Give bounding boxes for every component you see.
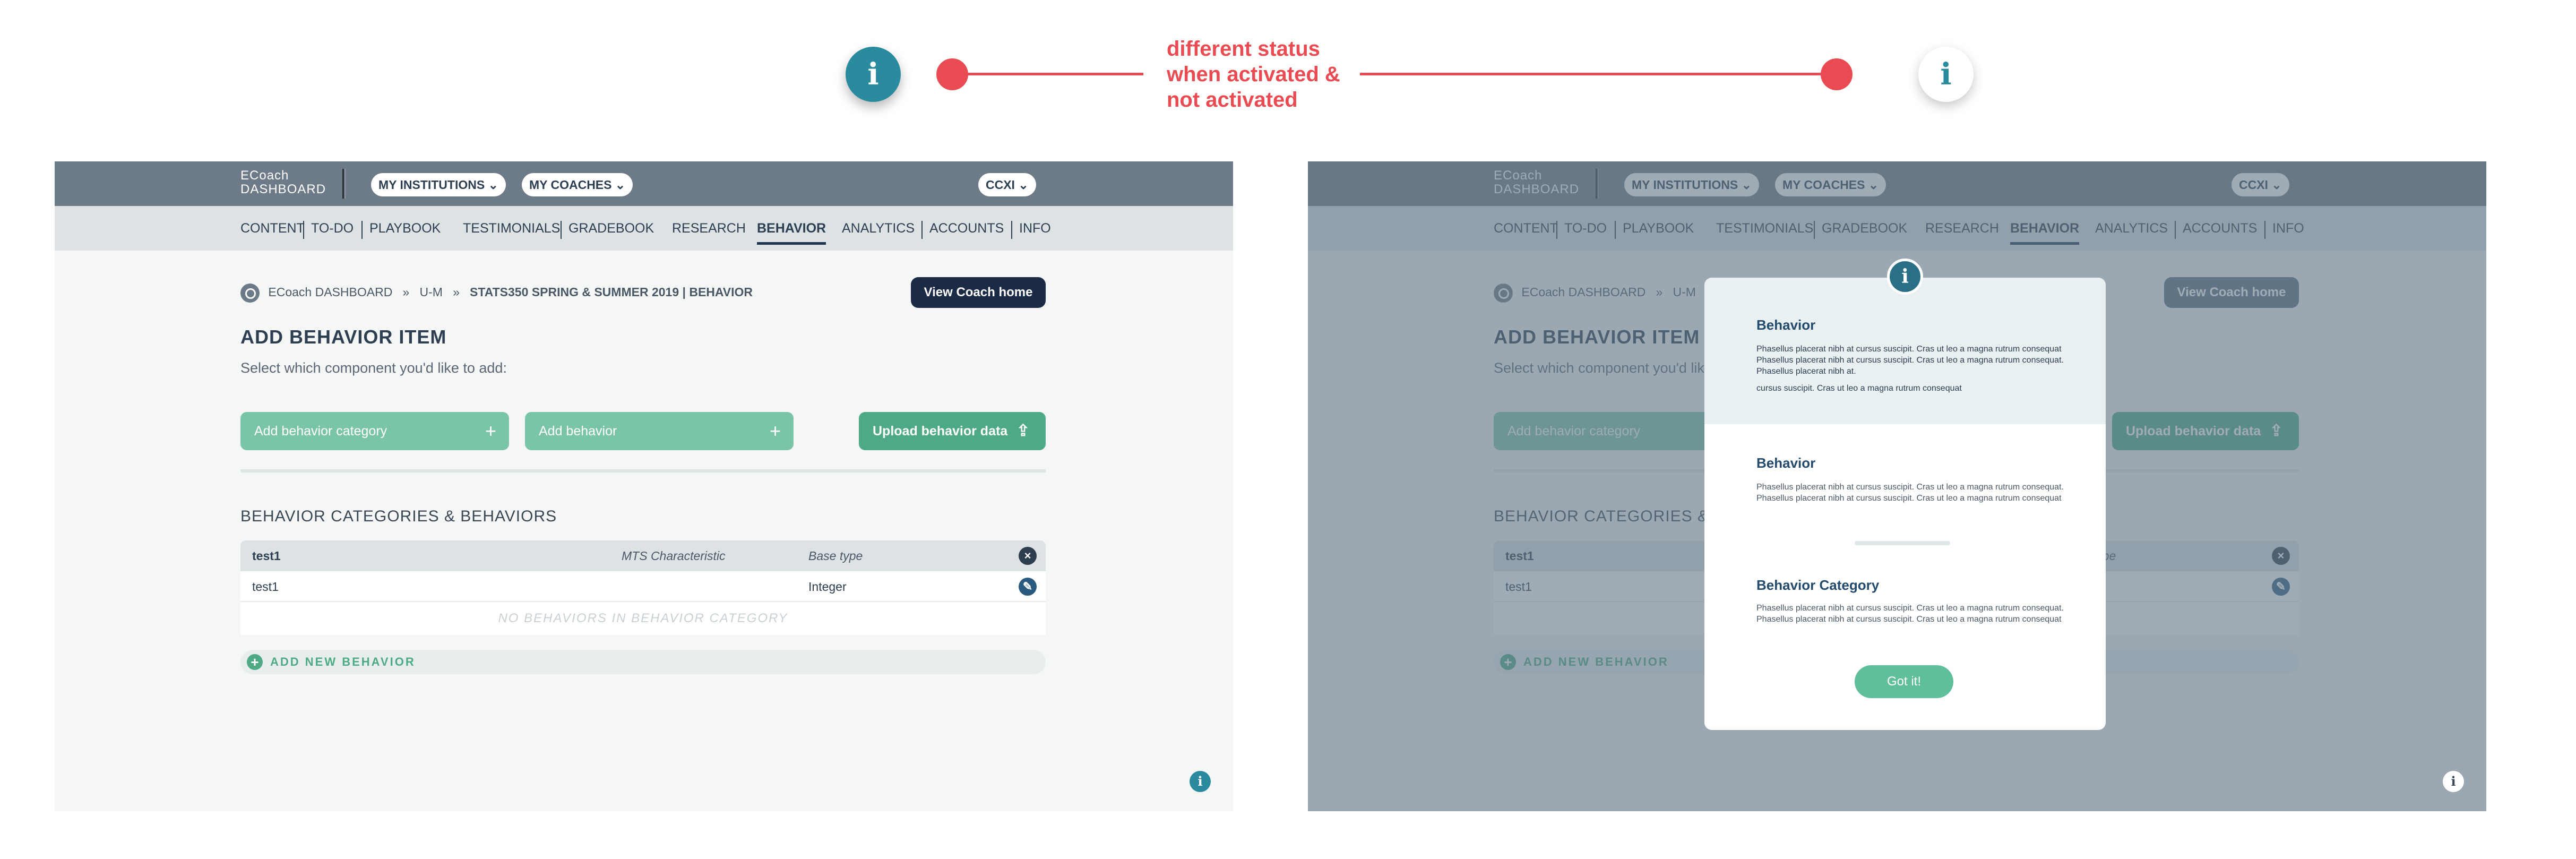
breadcrumb-separator: »: [402, 285, 410, 299]
tab-info[interactable]: INFO: [1019, 218, 1051, 239]
nav-divider: [361, 221, 363, 239]
delete-icon[interactable]: ×: [1019, 547, 1037, 565]
tab-research[interactable]: RESEARCH: [672, 218, 746, 239]
view-coach-home-button[interactable]: View Coach home: [911, 277, 1046, 308]
brand-line-2: DASHBOARD: [240, 182, 326, 196]
tab-content[interactable]: CONTENT: [240, 218, 305, 239]
column-base-type: Base type: [808, 549, 863, 563]
chevron-down-icon: ⌄: [1018, 178, 1029, 192]
breadcrumb-home[interactable]: ECoach DASHBOARD: [268, 285, 392, 299]
brand-logo[interactable]: ECoach DASHBOARD: [240, 169, 326, 196]
annotation-dot-right: [1821, 58, 1853, 90]
tab-testimonials[interactable]: TESTIMONIALS: [463, 218, 560, 239]
screen-left: ECoach DASHBOARD MY INSTITUTIONS ⌄ MY CO…: [55, 161, 1233, 811]
tab-accounts[interactable]: ACCOUNTS: [929, 218, 1004, 239]
add-behavior-button[interactable]: Add behavior +: [525, 412, 794, 450]
tab-to-do[interactable]: TO-DO: [311, 218, 354, 239]
got-it-button[interactable]: Got it!: [1855, 665, 1953, 698]
add-new-behavior-button[interactable]: + ADD NEW BEHAVIOR: [240, 650, 1046, 674]
annotation-line-left: [966, 73, 1143, 75]
upload-icon: ⇪: [1016, 422, 1030, 440]
tab-playbook[interactable]: PLAYBOOK: [369, 218, 441, 239]
category-name: test1: [252, 549, 281, 563]
annotation-line-2: when activated &: [1167, 63, 1340, 86]
behavior-name: test1: [252, 580, 279, 594]
institutions-label: MY INSTITUTIONS: [378, 178, 485, 192]
table-row: test1 Integer ✎: [240, 571, 1046, 602]
canvas: i different status when activated & not …: [0, 0, 2576, 859]
chevron-down-icon: ⌄: [615, 178, 626, 192]
info-modal: i Behavior Phasellus placerat nibh at cu…: [1704, 259, 2106, 730]
nav-divider: [921, 221, 923, 239]
behavior-table: test1 MTS Characteristic Base type × tes…: [240, 540, 1046, 635]
plus-circle-icon: +: [247, 654, 263, 670]
info-icon[interactable]: i: [2443, 771, 2464, 792]
info-icon-active[interactable]: i: [846, 47, 901, 102]
upload-behavior-data-button[interactable]: Upload behavior data ⇪: [859, 412, 1046, 450]
chevron-down-icon: ⌄: [488, 178, 498, 192]
user-dropdown[interactable]: CCXI ⌄: [978, 173, 1036, 196]
top-bar: ECoach DASHBOARD MY INSTITUTIONS ⌄ MY CO…: [55, 161, 1233, 206]
nav-divider: [1011, 221, 1012, 239]
behavior-type: Integer: [808, 580, 847, 594]
add-behavior-category-label: Add behavior category: [254, 424, 387, 439]
annotation-line-right: [1360, 73, 1838, 75]
breadcrumb-institution[interactable]: U-M: [419, 285, 442, 299]
coaches-label: MY COACHES: [529, 178, 612, 192]
dashboard-icon: [240, 283, 260, 303]
edit-icon[interactable]: ✎: [1019, 578, 1037, 596]
annotation-line-1: different status: [1167, 37, 1320, 61]
page-subtitle: Select which component you'd like to add…: [240, 360, 507, 376]
add-behavior-category-button[interactable]: Add behavior category +: [240, 412, 509, 450]
coaches-dropdown[interactable]: MY COACHES ⌄: [522, 173, 633, 196]
modal-text-behavior: Phasellus placerat nibh at cursus suscip…: [1756, 345, 2064, 376]
institutions-dropdown[interactable]: MY INSTITUTIONS ⌄: [371, 173, 506, 196]
modal-text-behavior-2: Phasellus placerat nibh at cursus suscip…: [1756, 483, 2064, 503]
table-header: test1 MTS Characteristic Base type ×: [240, 540, 1046, 571]
info-icon-inactive[interactable]: i: [1918, 47, 1974, 102]
tab-gradebook[interactable]: GRADEBOOK: [568, 218, 654, 239]
modal-text-behavior-category: Phasellus placerat nibh at cursus suscip…: [1756, 604, 2064, 624]
modal-separator: [1855, 541, 1950, 545]
modal-title-behavior-2: Behavior: [1756, 455, 1816, 471]
section-title: BEHAVIOR CATEGORIES & BEHAVIORS: [240, 508, 557, 525]
tab-behavior[interactable]: BEHAVIOR: [757, 218, 826, 245]
modal-title-behavior: Behavior: [1756, 317, 1816, 333]
section-divider: [240, 469, 1046, 473]
modal-text-behavior-extra: cursus suscipit. Cras ut leo a magna rut…: [1756, 384, 1962, 393]
breadcrumb-course: STATS350 SPRING & SUMMER 2019 | BEHAVIOR: [470, 285, 753, 299]
nav-bar: CONTENT TO-DO PLAYBOOK TESTIMONIALS GRAD…: [55, 206, 1233, 251]
info-icon[interactable]: i: [1190, 771, 1211, 792]
user-label: CCXI: [986, 178, 1015, 192]
annotation-dot-left: [936, 58, 968, 90]
annotation-line-3: not activated: [1167, 88, 1298, 111]
breadcrumb: ECoach DASHBOARD » U-M » STATS350 SPRING…: [240, 281, 753, 303]
plus-icon: +: [769, 420, 781, 442]
brand-line-1: ECoach: [240, 168, 289, 183]
empty-state: NO BEHAVIORS IN BEHAVIOR CATEGORY: [240, 602, 1046, 635]
page-title: ADD BEHAVIOR ITEM: [240, 326, 447, 348]
column-mts: MTS Characteristic: [622, 549, 726, 563]
info-icon: i: [1887, 259, 1923, 295]
nav-divider: [303, 221, 304, 239]
brand-divider: [342, 169, 346, 199]
add-new-behavior-label: ADD NEW BEHAVIOR: [270, 655, 416, 668]
nav-divider: [561, 221, 562, 239]
modal-title-behavior-category: Behavior Category: [1756, 577, 1880, 593]
plus-icon: +: [485, 420, 496, 442]
add-behavior-label: Add behavior: [539, 424, 617, 439]
breadcrumb-separator: »: [453, 285, 460, 299]
tab-analytics[interactable]: ANALYTICS: [842, 218, 915, 239]
annotation-text: different status when activated & not ac…: [1167, 36, 1358, 113]
upload-behavior-data-label: Upload behavior data: [873, 424, 1008, 439]
